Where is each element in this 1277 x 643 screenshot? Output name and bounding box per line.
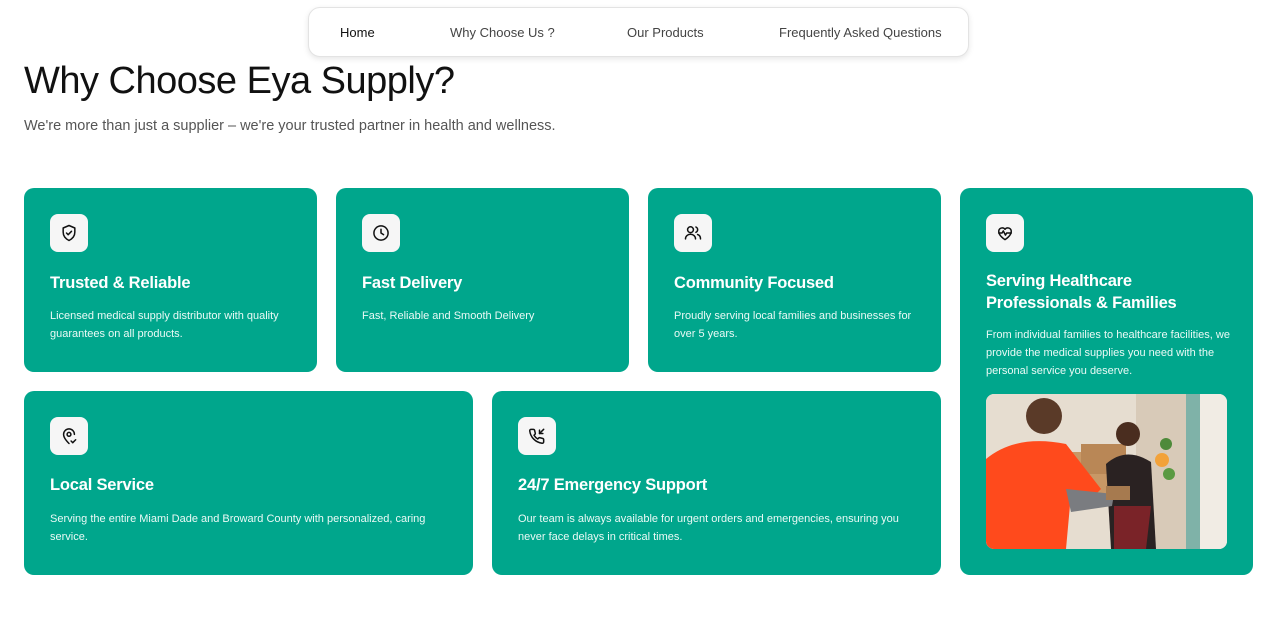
phone-incoming-icon [518, 417, 556, 455]
card-text: Serving the entire Miami Dade and Browar… [50, 513, 426, 543]
card-text: Fast, Reliable and Smooth Delivery [362, 310, 535, 322]
top-nav: Home Why Choose Us ? Our Products Freque… [308, 7, 969, 57]
card-title: Fast Delivery [362, 274, 463, 292]
feature-card-local-service: Local Service Serving the entire Miami D… [24, 391, 473, 575]
card-text: Proudly serving local families and busin… [674, 310, 912, 340]
card-title: Local Service [50, 476, 154, 494]
card-title: Community Focused [674, 274, 834, 292]
users-icon [674, 214, 712, 252]
feature-card-emergency: 24/7 Emergency Support Our team is alway… [492, 391, 941, 575]
clock-icon [362, 214, 400, 252]
nav-our-products[interactable]: Our Products [627, 25, 704, 40]
delivery-photo [986, 394, 1227, 549]
card-text: Our team is always available for urgent … [518, 513, 899, 543]
heart-pulse-icon [986, 214, 1024, 252]
feature-card-trusted: Trusted & Reliable Licensed medical supp… [24, 188, 317, 372]
nav-home[interactable]: Home [340, 25, 375, 40]
card-title: 24/7 Emergency Support [518, 476, 708, 494]
card-title: Serving Healthcare Professionals & Famil… [986, 272, 1177, 312]
feature-card-delivery: Fast Delivery Fast, Reliable and Smooth … [336, 188, 629, 372]
nav-why-choose-us[interactable]: Why Choose Us ? [450, 25, 555, 40]
page-subtitle: We're more than just a supplier – we're … [24, 118, 556, 134]
card-text: Licensed medical supply distributor with… [50, 310, 279, 340]
nav-faq[interactable]: Frequently Asked Questions [779, 25, 942, 40]
card-text: From individual families to healthcare f… [986, 329, 1230, 377]
card-title: Trusted & Reliable [50, 274, 191, 292]
location-check-icon [50, 417, 88, 455]
feature-card-healthcare: Serving Healthcare Professionals & Famil… [960, 188, 1253, 575]
shield-check-icon [50, 214, 88, 252]
feature-card-community: Community Focused Proudly serving local … [648, 188, 941, 372]
page-title: Why Choose Eya Supply? [24, 60, 455, 102]
